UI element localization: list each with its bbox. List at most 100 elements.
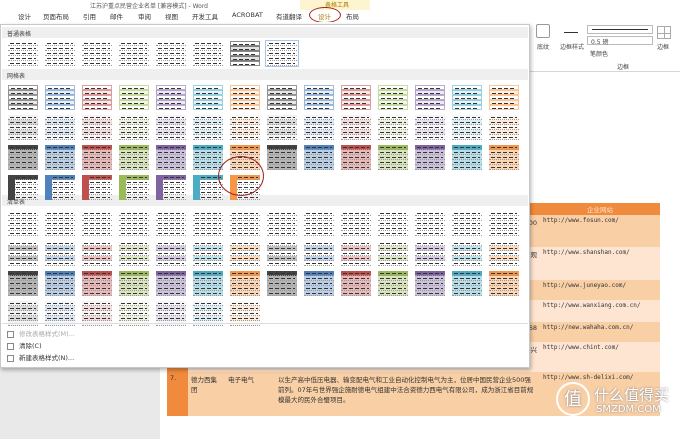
style-grid-1-6[interactable] xyxy=(229,115,261,140)
style-list-2-5[interactable] xyxy=(192,271,224,296)
style-list-1-10[interactable] xyxy=(377,241,409,266)
tab-8[interactable]: 有道翻译 xyxy=(276,11,302,21)
style-grid-1-12[interactable] xyxy=(451,115,483,140)
style-grid-3-1[interactable] xyxy=(44,175,76,200)
style-grid-2-8[interactable] xyxy=(303,145,335,170)
tab-1[interactable]: 页面布局 xyxy=(43,11,69,21)
style-list-0-5[interactable] xyxy=(192,211,224,236)
style-list-2-12[interactable] xyxy=(451,271,483,296)
style-plain-4[interactable] xyxy=(155,41,187,66)
style-list-1-12[interactable] xyxy=(451,241,483,266)
style-list-1-13[interactable] xyxy=(488,241,520,266)
style-grid-3-3[interactable] xyxy=(118,175,150,200)
style-list-1-4[interactable] xyxy=(155,241,187,266)
style-grid-0-11[interactable] xyxy=(414,85,446,110)
style-list-1-8[interactable] xyxy=(303,241,335,266)
style-grid-0-8[interactable] xyxy=(303,85,335,110)
tab-2[interactable]: 引用 xyxy=(83,11,96,21)
style-list-2-9[interactable] xyxy=(340,271,372,296)
style-grid-0-9[interactable] xyxy=(340,85,372,110)
style-list-2-13[interactable] xyxy=(488,271,520,296)
style-list-1-7[interactable] xyxy=(266,241,298,266)
style-grid-1-7[interactable] xyxy=(266,115,298,140)
style-plain-2[interactable] xyxy=(81,41,113,66)
style-grid-0-10[interactable] xyxy=(377,85,409,110)
style-grid-3-4[interactable] xyxy=(155,175,187,200)
tab-4[interactable]: 审阅 xyxy=(138,11,151,21)
style-grid-3-2[interactable] xyxy=(81,175,113,200)
style-grid-2-4[interactable] xyxy=(155,145,187,170)
style-list-2-11[interactable] xyxy=(414,271,446,296)
style-grid-0-13[interactable] xyxy=(488,85,520,110)
style-list-0-8[interactable] xyxy=(303,211,335,236)
style-grid-1-2[interactable] xyxy=(81,115,113,140)
style-grid-3-0[interactable] xyxy=(7,175,39,200)
borders-button[interactable]: 边框 xyxy=(657,42,669,51)
style-grid-2-7[interactable] xyxy=(266,145,298,170)
style-plain-6[interactable] xyxy=(229,41,261,66)
style-grid-1-10[interactable] xyxy=(377,115,409,140)
style-list-2-8[interactable] xyxy=(303,271,335,296)
style-list-2-7[interactable] xyxy=(266,271,298,296)
style-plain-0[interactable] xyxy=(7,41,39,66)
style-grid-2-13[interactable] xyxy=(488,145,520,170)
tab-0[interactable]: 设计 xyxy=(18,11,31,21)
style-list-2-3[interactable] xyxy=(118,271,150,296)
style-grid-1-4[interactable] xyxy=(155,115,187,140)
style-list-0-7[interactable] xyxy=(266,211,298,236)
style-list-0-2[interactable] xyxy=(81,211,113,236)
style-grid-2-9[interactable] xyxy=(340,145,372,170)
style-grid-2-5[interactable] xyxy=(192,145,224,170)
style-grid-2-12[interactable] xyxy=(451,145,483,170)
style-grid-0-2[interactable] xyxy=(81,85,113,110)
pen-color-button[interactable]: 笔颜色 xyxy=(590,49,608,58)
style-list-2-10[interactable] xyxy=(377,271,409,296)
style-grid-0-5[interactable] xyxy=(192,85,224,110)
style-list-0-4[interactable] xyxy=(155,211,187,236)
borders-icon[interactable] xyxy=(657,26,671,39)
line-style-select[interactable] xyxy=(587,25,653,34)
style-plain-3[interactable] xyxy=(118,41,150,66)
tab-6[interactable]: 开发工具 xyxy=(192,11,218,21)
style-grid-0-4[interactable] xyxy=(155,85,187,110)
menu-item-0[interactable]: 修改表格样式(M)... xyxy=(7,328,75,338)
style-grid-0-3[interactable] xyxy=(118,85,150,110)
style-plain-5[interactable] xyxy=(192,41,224,66)
style-list-1-9[interactable] xyxy=(340,241,372,266)
style-list-0-11[interactable] xyxy=(414,211,446,236)
style-grid-2-0[interactable] xyxy=(7,145,39,170)
style-list-1-6[interactable] xyxy=(229,241,261,266)
style-grid-0-6[interactable] xyxy=(229,85,261,110)
style-list-1-2[interactable] xyxy=(81,241,113,266)
style-grid-0-7[interactable] xyxy=(266,85,298,110)
style-list-0-12[interactable] xyxy=(451,211,483,236)
style-list-1-5[interactable] xyxy=(192,241,224,266)
style-grid-2-3[interactable] xyxy=(118,145,150,170)
style-list-0-6[interactable] xyxy=(229,211,261,236)
style-list-2-4[interactable] xyxy=(155,271,187,296)
border-styles-button[interactable]: 边框样式 xyxy=(560,42,584,51)
style-list-0-13[interactable] xyxy=(488,211,520,236)
style-list-0-10[interactable] xyxy=(377,211,409,236)
style-list-0-0[interactable] xyxy=(7,211,39,236)
style-grid-1-0[interactable] xyxy=(7,115,39,140)
style-grid-2-11[interactable] xyxy=(414,145,446,170)
style-list-1-11[interactable] xyxy=(414,241,446,266)
style-list-2-2[interactable] xyxy=(81,271,113,296)
menu-item-2[interactable]: 新建表格样式(N)... xyxy=(7,352,74,362)
style-list-1-1[interactable] xyxy=(44,241,76,266)
style-list-2-6[interactable] xyxy=(229,271,261,296)
style-grid-1-1[interactable] xyxy=(44,115,76,140)
style-grid-2-2[interactable] xyxy=(81,145,113,170)
style-plain-7[interactable] xyxy=(265,40,299,67)
menu-item-1[interactable]: 清除(C) xyxy=(7,340,42,350)
pen-weight-select[interactable]: 0.5 磅 xyxy=(587,36,653,46)
paint-bucket-icon[interactable] xyxy=(536,24,550,38)
style-grid-2-1[interactable] xyxy=(44,145,76,170)
style-list-2-0[interactable] xyxy=(7,271,39,296)
style-list-1-3[interactable] xyxy=(118,241,150,266)
style-grid-1-8[interactable] xyxy=(303,115,335,140)
tab-3[interactable]: 邮件 xyxy=(110,11,123,21)
style-plain-1[interactable] xyxy=(44,41,76,66)
style-list-2-1[interactable] xyxy=(44,271,76,296)
